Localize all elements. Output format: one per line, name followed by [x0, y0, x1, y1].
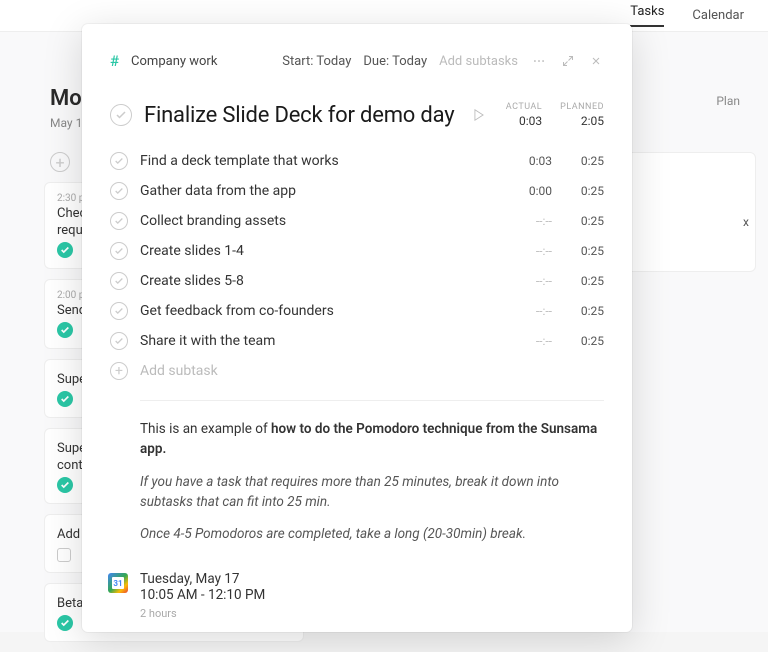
subtask-row: Find a deck template that works 0:03 0:25	[110, 146, 604, 176]
play-icon[interactable]	[472, 108, 486, 122]
task-title[interactable]: Finalize Slide Deck for demo day	[144, 103, 460, 128]
notes-line-1: This is an example of how to do the Pomo…	[140, 419, 604, 460]
more-icon[interactable]	[530, 54, 548, 68]
due-date[interactable]: Due: Today	[363, 54, 427, 69]
day-subtitle: May 1	[50, 116, 82, 130]
subtask-actual[interactable]: --:--	[512, 244, 552, 258]
subtask-actual[interactable]: 0:03	[512, 154, 552, 168]
subtask-checkbox[interactable]	[110, 242, 128, 260]
schedule-block[interactable]: 31 Tuesday, May 17 10:05 AM - 12:10 PM 2…	[108, 570, 604, 620]
channel-chip	[57, 391, 73, 407]
subtask-row: Share it with the team --:-- 0:25	[110, 326, 604, 356]
start-date[interactable]: Start: Today	[282, 54, 351, 69]
channel-chip	[57, 242, 73, 258]
add-subtask-row[interactable]: + Add subtask	[110, 356, 604, 386]
subtask-checkbox[interactable]	[110, 272, 128, 290]
channel-chip	[57, 322, 73, 338]
subtask-actual[interactable]: --:--	[512, 304, 552, 318]
notes-line-2: If you have a task that requires more th…	[140, 472, 604, 513]
subtask-planned[interactable]: 0:25	[564, 184, 604, 198]
day-title: Mo	[50, 86, 82, 111]
plan-link[interactable]: Plan	[716, 94, 740, 108]
subtask-checkbox[interactable]	[110, 212, 128, 230]
subtask-planned[interactable]: 0:25	[564, 244, 604, 258]
add-task-button[interactable]: +	[50, 152, 70, 172]
title-row: Finalize Slide Deck for demo day ACTUAL …	[110, 102, 604, 128]
channel-name[interactable]: Company work	[131, 54, 217, 69]
subtask-checkbox[interactable]	[110, 332, 128, 350]
subtask-row: Get feedback from co-founders --:-- 0:25	[110, 296, 604, 326]
subtask-row: Collect branding assets --:-- 0:25	[110, 206, 604, 236]
channel-chip	[57, 548, 71, 562]
subtask-label[interactable]: Find a deck template that works	[140, 153, 500, 169]
schedule-duration: 2 hours	[140, 607, 265, 620]
tab-calendar[interactable]: Calendar	[692, 8, 744, 23]
channel-chip	[57, 477, 73, 493]
subtask-label[interactable]: Collect branding assets	[140, 213, 500, 229]
subtask-planned[interactable]: 0:25	[564, 304, 604, 318]
right-letter: x	[743, 215, 749, 229]
divider	[140, 400, 604, 401]
subtask-row: Create slides 1-4 --:-- 0:25	[110, 236, 604, 266]
subtask-actual[interactable]: --:--	[512, 334, 552, 348]
schedule-date: Tuesday, May 17	[140, 571, 265, 587]
plus-icon[interactable]: +	[110, 362, 128, 380]
task-complete-checkbox[interactable]	[110, 104, 132, 126]
subtask-label[interactable]: Get feedback from co-founders	[140, 303, 500, 319]
actual-value[interactable]: 0:03	[519, 114, 542, 128]
subtask-label[interactable]: Create slides 1-4	[140, 243, 500, 259]
subtask-row: Gather data from the app 0:00 0:25	[110, 176, 604, 206]
task-modal: # Company work Start: Today Due: Today A…	[82, 24, 632, 632]
subtask-label[interactable]: Gather data from the app	[140, 183, 500, 199]
subtask-planned[interactable]: 0:25	[564, 334, 604, 348]
subtask-row: Create slides 5-8 --:-- 0:25	[110, 266, 604, 296]
modal-header: # Company work Start: Today Due: Today A…	[110, 52, 604, 70]
subtask-planned[interactable]: 0:25	[564, 214, 604, 228]
notes-section[interactable]: This is an example of how to do the Pomo…	[140, 419, 604, 544]
planned-value[interactable]: 2:05	[581, 114, 604, 128]
add-subtask-label: Add subtask	[140, 363, 218, 379]
subtask-planned[interactable]: 0:25	[564, 154, 604, 168]
tab-tasks[interactable]: Tasks	[630, 4, 664, 27]
planned-label: PLANNED	[560, 102, 604, 112]
time-stats: ACTUAL 0:03 PLANNED 2:05	[506, 102, 604, 128]
subtask-label[interactable]: Create slides 5-8	[140, 273, 500, 289]
calendar-icon: 31	[108, 573, 128, 593]
subtask-planned[interactable]: 0:25	[564, 274, 604, 288]
subtask-label[interactable]: Share it with the team	[140, 333, 500, 349]
expand-icon[interactable]	[560, 55, 576, 67]
add-subtasks-link[interactable]: Add subtasks	[439, 54, 518, 69]
subtask-actual[interactable]: 0:00	[512, 184, 552, 198]
subtask-checkbox[interactable]	[110, 182, 128, 200]
subtask-actual[interactable]: --:--	[512, 274, 552, 288]
subtask-list: Find a deck template that works0:030:25G…	[110, 146, 604, 356]
subtask-checkbox[interactable]	[110, 302, 128, 320]
subtask-actual[interactable]: --:--	[512, 214, 552, 228]
schedule-time: 10:05 AM - 12:10 PM	[140, 587, 265, 603]
close-icon[interactable]	[588, 55, 604, 67]
channel-hash-icon: #	[110, 52, 119, 70]
notes-line-3: Once 4-5 Pomodoros are completed, take a…	[140, 524, 604, 544]
subtask-checkbox[interactable]	[110, 152, 128, 170]
channel-chip	[57, 615, 73, 631]
actual-label: ACTUAL	[506, 102, 542, 112]
